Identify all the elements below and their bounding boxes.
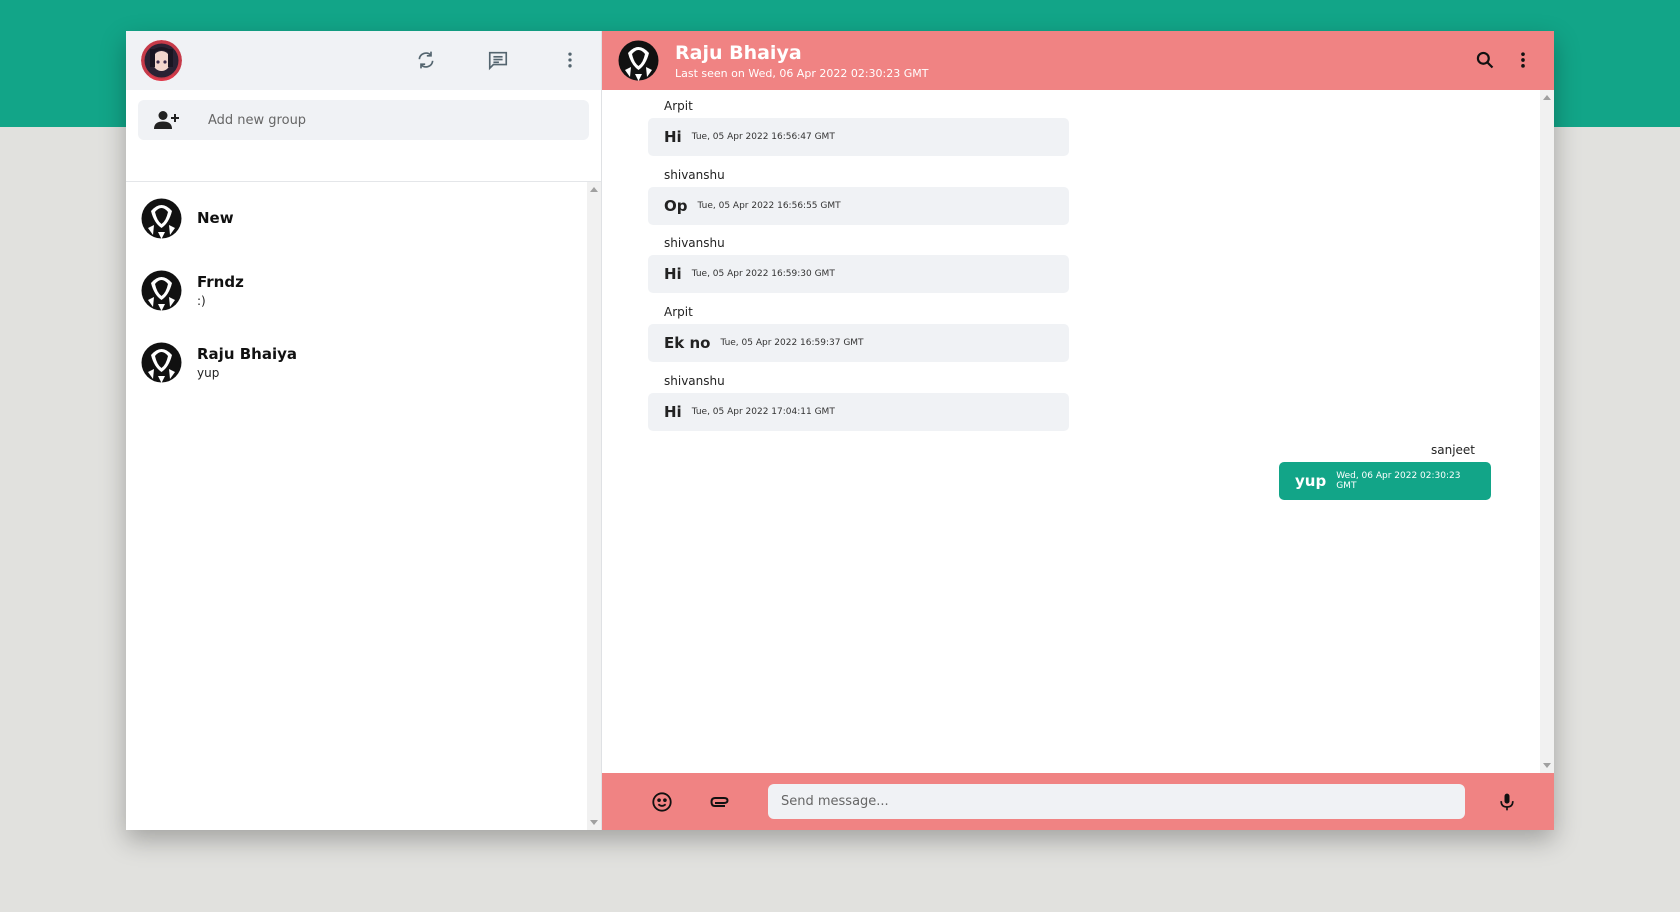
refresh-icon[interactable]: [409, 43, 443, 77]
more-vert-icon[interactable]: [553, 43, 587, 77]
microphone-icon[interactable]: [1492, 787, 1522, 817]
chat-name: New: [197, 209, 234, 227]
message-input[interactable]: [768, 794, 1465, 809]
chat-last-message: :): [197, 293, 206, 308]
message-text: Hi: [664, 403, 682, 421]
message-item: shivanshu Hi Tue, 05 Apr 2022 16:59:30 G…: [648, 233, 1069, 293]
chat-list-item-new[interactable]: New: [126, 182, 601, 254]
message-bubble: Hi Tue, 05 Apr 2022 16:56:47 GMT: [648, 118, 1069, 156]
sidebar-header: [126, 31, 601, 90]
message-text: Ek no: [664, 334, 711, 352]
add-group-input[interactable]: [196, 112, 589, 128]
message-text: Hi: [664, 265, 682, 283]
contact-name: Raju Bhaiya: [675, 41, 802, 64]
group-avatar: [141, 198, 182, 239]
group-avatar: [141, 342, 182, 383]
message-item: shivanshu Op Tue, 05 Apr 2022 16:56:55 G…: [648, 165, 1069, 225]
add-group-field: [138, 100, 589, 140]
user-avatar[interactable]: [141, 40, 182, 81]
message-bubble: yup Wed, 06 Apr 2022 02:30:23 GMT: [1279, 462, 1491, 500]
scroll-up-arrow-icon[interactable]: [1543, 95, 1551, 100]
attach-icon[interactable]: [706, 787, 736, 817]
message-composer: [602, 773, 1554, 830]
group-avatar: [141, 270, 182, 311]
scroll-down-arrow-icon[interactable]: [590, 820, 598, 825]
chat-last-message: yup: [197, 365, 220, 380]
scroll-down-arrow-icon[interactable]: [1543, 763, 1551, 768]
chat-name: Frndz: [197, 272, 244, 291]
message-author: Arpit: [664, 99, 693, 113]
message-item: Arpit Hi Tue, 05 Apr 2022 16:56:47 GMT: [648, 96, 1069, 156]
search-icon[interactable]: [1470, 45, 1500, 75]
add-group-bar: [126, 90, 601, 182]
message-list-scrollbar[interactable]: [1540, 90, 1554, 773]
message-time: Tue, 05 Apr 2022 16:56:55 GMT: [697, 201, 841, 211]
message-bubble: Hi Tue, 05 Apr 2022 17:04:11 GMT: [648, 393, 1069, 431]
message-icon[interactable]: [481, 43, 515, 77]
message-time: Tue, 05 Apr 2022 17:04:11 GMT: [691, 407, 835, 417]
message-author: shivanshu: [664, 374, 725, 388]
chat-name: Raju Bhaiya: [197, 344, 297, 363]
chat-app-window: New Frndz :): [126, 31, 1554, 830]
conversation-panel: Raju Bhaiya Last seen on Wed, 06 Apr 202…: [602, 31, 1554, 830]
conversation-header-icons: [1470, 45, 1538, 75]
message-time: Tue, 05 Apr 2022 16:59:30 GMT: [691, 269, 835, 279]
message-author: shivanshu: [664, 168, 725, 182]
message-time: Tue, 05 Apr 2022 16:59:37 GMT: [720, 338, 864, 348]
more-vert-icon[interactable]: [1508, 45, 1538, 75]
message-bubble: Hi Tue, 05 Apr 2022 16:59:30 GMT: [648, 255, 1069, 293]
scroll-up-arrow-icon[interactable]: [590, 187, 598, 192]
message-item-own: sanjeet yup Wed, 06 Apr 2022 02:30:23 GM…: [1279, 440, 1491, 500]
message-bubble: Op Tue, 05 Apr 2022 16:56:55 GMT: [648, 187, 1069, 225]
sidebar: New Frndz :): [126, 31, 602, 830]
contact-avatar[interactable]: [618, 40, 659, 81]
message-item: shivanshu Hi Tue, 05 Apr 2022 17:04:11 G…: [648, 371, 1069, 431]
message-author: Arpit: [664, 305, 693, 319]
message-author: sanjeet: [1430, 443, 1475, 457]
message-time: Tue, 05 Apr 2022 16:56:47 GMT: [691, 132, 835, 142]
chat-list-scrollbar[interactable]: [587, 182, 601, 830]
message-list: Arpit Hi Tue, 05 Apr 2022 16:56:47 GMT s…: [602, 90, 1554, 773]
message-item: Arpit Ek no Tue, 05 Apr 2022 16:59:37 GM…: [648, 302, 1069, 362]
conversation-header: Raju Bhaiya Last seen on Wed, 06 Apr 202…: [602, 31, 1554, 90]
emoji-icon[interactable]: [647, 787, 677, 817]
message-author: shivanshu: [664, 236, 725, 250]
chat-list-item-raju-bhaiya[interactable]: Raju Bhaiya yup: [126, 326, 601, 398]
add-person-icon[interactable]: [138, 110, 196, 130]
message-text: Op: [664, 197, 688, 215]
chat-list-item-frndz[interactable]: Frndz :): [126, 254, 601, 326]
message-text: Hi: [664, 128, 682, 146]
message-time: Wed, 06 Apr 2022 02:30:23 GMT: [1336, 471, 1461, 491]
last-seen-status: Last seen on Wed, 06 Apr 2022 02:30:23 G…: [675, 66, 929, 80]
message-bubble: Ek no Tue, 05 Apr 2022 16:59:37 GMT: [648, 324, 1069, 362]
chat-list: New Frndz :) Raju Bhaiya yup: [126, 182, 601, 830]
message-input-field: [768, 784, 1465, 819]
message-text: yup: [1295, 472, 1327, 490]
